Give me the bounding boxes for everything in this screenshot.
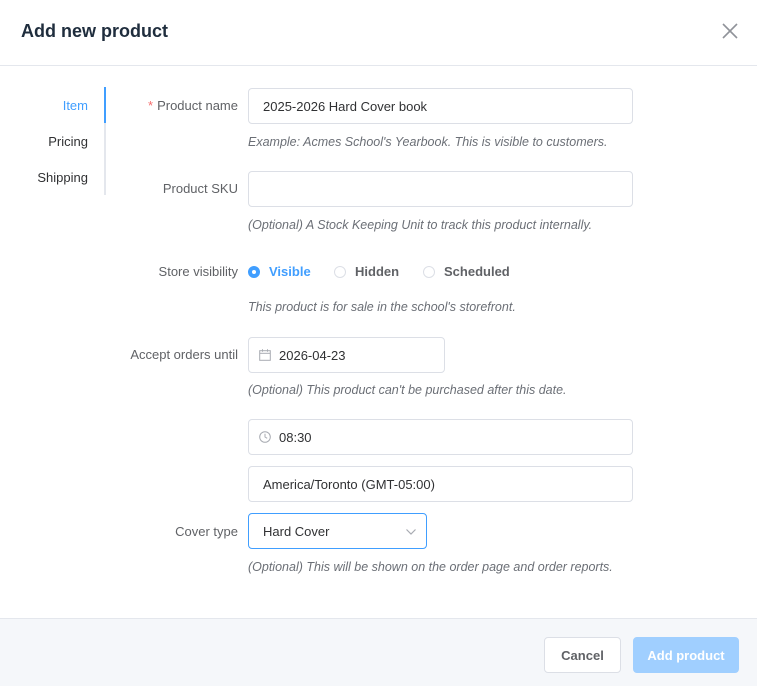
date-value: 2026-04-23 — [279, 347, 346, 363]
product-sku-label: Product SKU — [162, 181, 238, 196]
product-sku-input[interactable] — [248, 171, 633, 207]
cover-type-hint: (Optional) This will be shown on the ord… — [248, 560, 613, 574]
radio-unchecked-indicator — [423, 265, 435, 278]
cancel-button[interactable]: Cancel — [544, 637, 621, 673]
calendar-icon — [259, 349, 271, 361]
required-mark: * — [148, 98, 154, 113]
radio-scheduled[interactable]: Scheduled — [423, 264, 510, 279]
product-name-input[interactable]: 2025-2026 Hard Cover book — [248, 88, 633, 124]
dialog-header: Add new product — [0, 0, 757, 66]
chevron-down-icon — [406, 529, 416, 535]
product-name-label-text: Product name — [157, 98, 238, 113]
product-name-label: * Product name — [0, 98, 238, 113]
store-visibility-hint: This product is for sale in the school's… — [248, 300, 516, 314]
cover-type-value: Hard Cover — [263, 523, 330, 539]
cover-type-select[interactable]: Hard Cover — [248, 513, 427, 549]
close-icon[interactable] — [719, 20, 741, 42]
store-visibility-label: Store visibility — [158, 264, 238, 279]
timezone-select[interactable]: America/Toronto (GMT-05:00) — [248, 466, 633, 502]
radio-checked-indicator — [248, 265, 260, 278]
add-product-button[interactable]: Add product — [633, 637, 739, 673]
radio-visible[interactable]: Visible — [248, 264, 311, 279]
radio-visible-label: Visible — [269, 264, 311, 279]
clock-icon — [259, 431, 271, 443]
dialog-title: Add new product — [21, 21, 168, 41]
radio-scheduled-label: Scheduled — [444, 264, 510, 279]
cover-type-label: Cover type — [175, 524, 238, 539]
time-value: 08:30 — [279, 429, 312, 445]
product-name-hint: Example: Acmes School's Yearbook. This i… — [248, 135, 608, 149]
radio-unchecked-indicator — [334, 265, 346, 278]
date-picker-input[interactable]: 2026-04-23 — [248, 337, 445, 373]
radio-hidden-label: Hidden — [355, 264, 400, 279]
radio-hidden[interactable]: Hidden — [334, 264, 399, 279]
time-picker-input[interactable]: 08:30 — [248, 419, 633, 455]
accept-orders-label: Accept orders until — [130, 347, 238, 362]
nav-item-pricing[interactable]: Pricing — [48, 134, 88, 149]
accept-orders-hint: (Optional) This product can't be purchas… — [248, 383, 567, 397]
product-sku-hint: (Optional) A Stock Keeping Unit to track… — [248, 218, 593, 232]
